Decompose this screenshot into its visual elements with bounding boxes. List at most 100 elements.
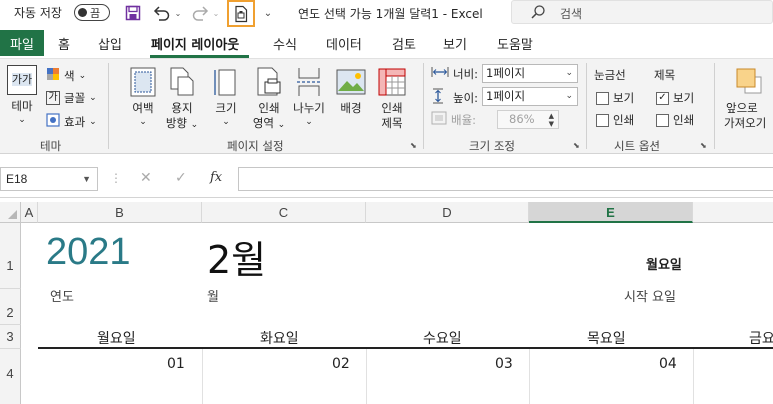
- row-header-2[interactable]: 2: [0, 289, 21, 325]
- size-label: 크기: [215, 101, 237, 115]
- bring-forward-label-1: 앞으로: [726, 101, 758, 115]
- tab-view[interactable]: 보기: [443, 34, 467, 53]
- width-row: 너비:: [431, 65, 478, 82]
- start-day-value[interactable]: 월요일: [646, 254, 682, 273]
- enter-icon[interactable]: ✓: [175, 170, 187, 186]
- customize-qat-icon[interactable]: ⌄: [262, 3, 274, 23]
- save-icon[interactable]: [124, 3, 142, 23]
- tab-file[interactable]: 파일: [0, 30, 44, 56]
- ribbon: 가가 테마 ⌄ 색 ⌄ 가 글꼴 ⌄ 효과 ⌄ 테마 여백 ⌄ 용지 방향 ⌄ …: [0, 58, 773, 154]
- headings-print-checkbox[interactable]: 인쇄: [656, 112, 694, 128]
- row-header-4[interactable]: 4: [0, 349, 21, 404]
- breaks-button[interactable]: 나누기 ⌄: [290, 63, 328, 133]
- background-label: 배경: [340, 101, 362, 115]
- print-area-label-2: 영역 ⌄: [252, 116, 286, 130]
- search-box[interactable]: 검색: [511, 0, 773, 24]
- weekday-header: 목요일: [587, 331, 626, 347]
- tab-review[interactable]: 검토: [392, 34, 416, 53]
- scale-spinner[interactable]: 86% ▲ ▼: [497, 110, 559, 129]
- effects-button[interactable]: 효과 ⌄: [46, 113, 97, 130]
- themes-dropdown-icon: ⌄: [18, 115, 26, 125]
- autosave-state: 끔: [90, 8, 101, 20]
- themes-group-label: 테마: [40, 139, 62, 153]
- print-titles-icon: [378, 68, 406, 99]
- gridlines-header: 눈금선: [594, 68, 626, 82]
- autosave-toggle[interactable]: 끔: [74, 4, 110, 21]
- scale-icon: [431, 111, 447, 128]
- gridlines-print-label: 인쇄: [613, 113, 635, 127]
- theme-icon: 가가: [7, 65, 37, 95]
- background-icon: [336, 69, 366, 98]
- tab-home[interactable]: 홈: [58, 34, 70, 53]
- insert-function-icon[interactable]: fx: [210, 170, 222, 185]
- print-titles-button[interactable]: 인쇄 제목: [374, 63, 410, 135]
- column-header-d[interactable]: D: [366, 202, 529, 223]
- margins-icon: [130, 67, 156, 100]
- sheet-options-launcher-icon[interactable]: ⬊: [700, 141, 709, 150]
- print-titles-label-2: 제목: [381, 116, 403, 130]
- date-cell[interactable]: 02: [332, 356, 350, 372]
- tab-help[interactable]: 도움말: [497, 34, 533, 53]
- print-area-icon: [256, 67, 282, 100]
- column-header-c[interactable]: C: [202, 202, 366, 223]
- column-header-e[interactable]: E: [529, 202, 693, 223]
- cancel-icon[interactable]: ✕: [140, 170, 152, 186]
- headings-view-label: 보기: [673, 91, 695, 105]
- size-button[interactable]: 크기 ⌄: [210, 63, 242, 133]
- page-setup-launcher-icon[interactable]: ⬊: [410, 141, 419, 150]
- sheet-options-group-label: 시트 옵션: [614, 139, 660, 153]
- width-label: 너비:: [453, 66, 479, 81]
- undo-dropdown-icon[interactable]: ⌄: [173, 3, 183, 23]
- themes-button[interactable]: 가가 테마 ⌄: [4, 63, 40, 131]
- row-header-1[interactable]: 1: [0, 223, 21, 289]
- undo-icon[interactable]: [152, 3, 172, 23]
- column-header-a[interactable]: A: [21, 202, 38, 223]
- date-cell[interactable]: 01: [167, 356, 185, 372]
- page-setup-group-label: 페이지 설정: [227, 139, 284, 153]
- group-separator: [586, 63, 587, 149]
- headings-view-checkbox[interactable]: ✓ 보기: [656, 90, 694, 106]
- effects-dropdown-icon: ⌄: [89, 116, 97, 127]
- margins-button[interactable]: 여백 ⌄: [126, 63, 160, 133]
- width-dropdown-icon: ⌄: [565, 68, 573, 78]
- year-label: 연도: [50, 290, 74, 305]
- tab-formulas[interactable]: 수식: [273, 34, 297, 53]
- height-select[interactable]: 1페이지 ⌄: [482, 87, 578, 106]
- month-value[interactable]: 2월: [207, 229, 266, 284]
- tab-data[interactable]: 데이터: [326, 34, 362, 53]
- fonts-button[interactable]: 가 글꼴 ⌄: [46, 90, 97, 106]
- gridlines-print-checkbox[interactable]: 인쇄: [596, 112, 634, 128]
- document-title: 연도 선택 가능 1개월 달력1 - Excel: [298, 7, 483, 21]
- redo-dropdown-icon[interactable]: ⌄: [211, 3, 221, 23]
- column-header-f[interactable]: [693, 202, 773, 223]
- redo-icon[interactable]: [190, 3, 210, 23]
- orientation-button[interactable]: 용지 방향 ⌄: [164, 63, 200, 135]
- date-cell[interactable]: 03: [495, 356, 513, 372]
- print-area-button[interactable]: 인쇄 영역 ⌄: [252, 63, 286, 135]
- print-titles-label-1: 인쇄: [381, 101, 403, 115]
- gridlines-view-checkbox[interactable]: 보기: [596, 90, 634, 106]
- print-preview-icon[interactable]: [227, 0, 255, 27]
- tab-page-layout[interactable]: 페이지 레이아웃: [151, 34, 239, 53]
- scale-launcher-icon[interactable]: ⬊: [573, 141, 582, 150]
- margins-dropdown-icon: ⌄: [139, 117, 147, 127]
- breaks-dropdown-icon: ⌄: [305, 117, 313, 127]
- colors-button[interactable]: 색 ⌄: [46, 67, 86, 84]
- row-header-3[interactable]: 3: [0, 325, 21, 349]
- spreadsheet-grid[interactable]: A B C D E 1 2 3 4 2021 2월 월요일 연도 월 시작 요일…: [0, 202, 773, 404]
- column-header-b[interactable]: B: [38, 202, 202, 223]
- bring-forward-label-2: 가져오기: [724, 116, 767, 130]
- fonts-dropdown-icon: ⌄: [89, 93, 97, 103]
- background-button[interactable]: 배경: [334, 63, 368, 119]
- formula-input[interactable]: [238, 167, 773, 191]
- date-cell[interactable]: 04: [659, 356, 677, 372]
- name-box[interactable]: E18 ▼: [0, 167, 98, 191]
- select-all-corner[interactable]: [0, 202, 21, 223]
- headings-header: 제목: [654, 68, 676, 82]
- themes-label: 테마: [11, 99, 33, 113]
- tab-insert[interactable]: 삽입: [98, 34, 122, 53]
- bring-forward-button[interactable]: 앞으로 가져오기: [720, 63, 773, 135]
- width-select[interactable]: 1페이지 ⌄: [482, 64, 578, 83]
- year-value[interactable]: 2021: [46, 231, 131, 274]
- title-bar: 자동 저장 끔 ⌄ ⌄ ⌄ 연도 선택 가능 1개월 달력1 - Excel 검…: [0, 0, 773, 27]
